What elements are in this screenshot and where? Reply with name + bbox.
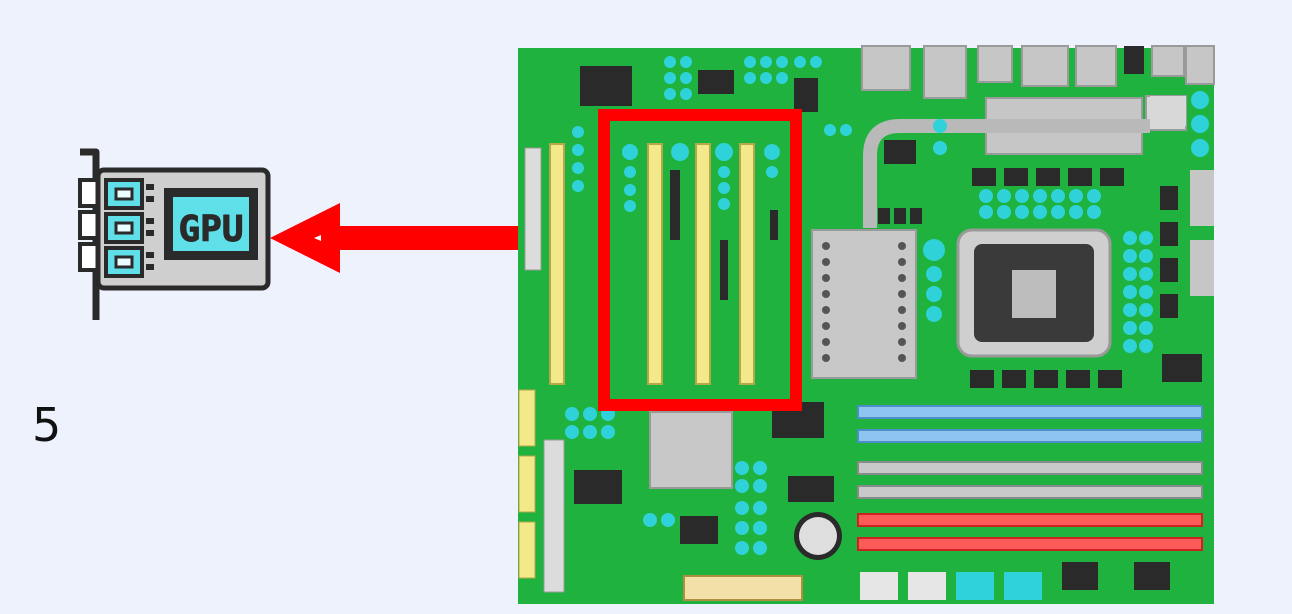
- step-number: 5: [32, 398, 62, 452]
- gpu-label: GPU: [178, 209, 243, 250]
- diagram-canvas: GPU: [78, 45, 1215, 604]
- motherboard-icon: [518, 45, 1215, 604]
- gpu-port-icon: [104, 178, 144, 210]
- gpu-port-icon: [104, 246, 144, 278]
- gpu-port-icon: [104, 212, 144, 244]
- gpu-card-icon: GPU: [78, 148, 271, 320]
